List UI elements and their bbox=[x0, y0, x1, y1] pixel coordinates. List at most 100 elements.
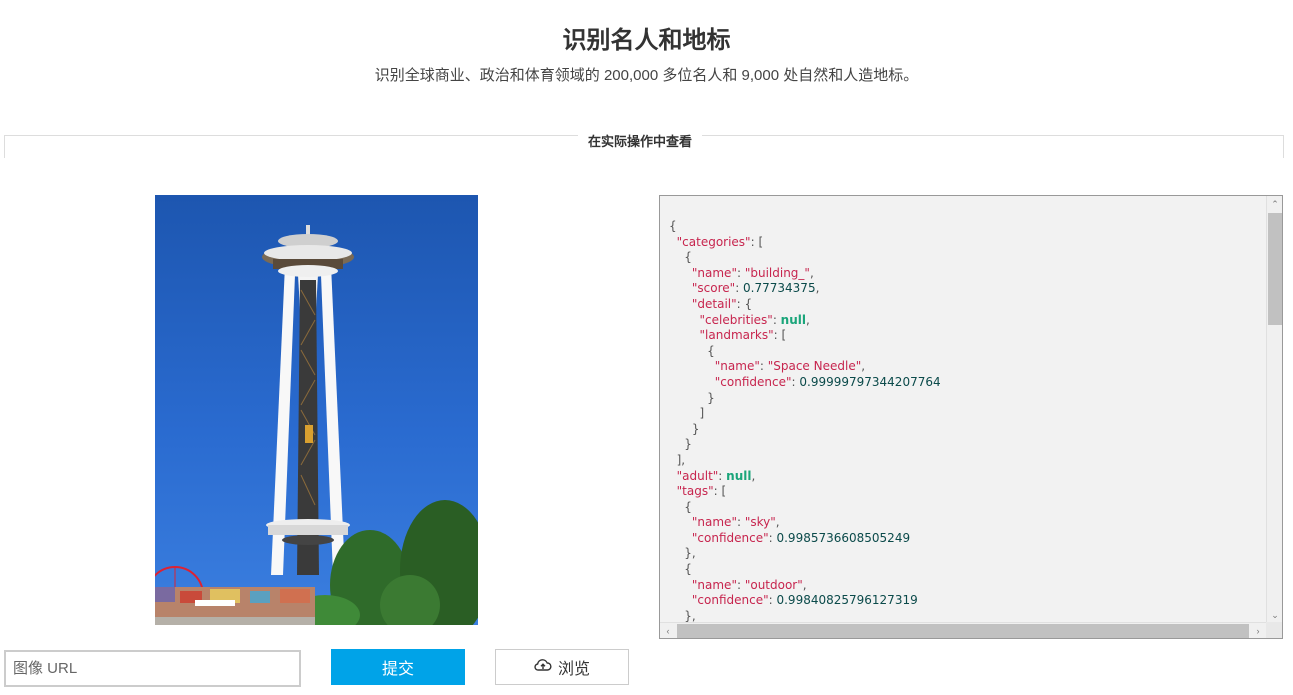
json-token: , bbox=[809, 265, 814, 280]
json-line: } bbox=[669, 422, 1259, 438]
json-token: , bbox=[802, 577, 807, 592]
json-line: "landmarks": [ bbox=[669, 328, 1259, 344]
json-token: ] bbox=[669, 406, 705, 421]
section-heading: 在实际操作中查看 bbox=[578, 131, 703, 150]
json-line: "confidence": 0.99999797344207764 bbox=[669, 375, 1259, 391]
browse-button-label: 浏览 bbox=[557, 661, 590, 678]
cloud-upload-icon bbox=[534, 658, 552, 677]
scroll-left-icon[interactable]: ‹ bbox=[660, 623, 676, 638]
json-token: : [ bbox=[750, 234, 764, 249]
json-token: "name" bbox=[691, 265, 737, 280]
json-line: "name": "Space Needle", bbox=[669, 359, 1259, 375]
json-line: ], bbox=[669, 453, 1259, 469]
json-token: : bbox=[736, 515, 745, 530]
json-line: { bbox=[669, 250, 1259, 266]
json-line: { bbox=[669, 500, 1259, 516]
vertical-scroll-thumb[interactable] bbox=[1268, 213, 1282, 325]
json-token: "confidence" bbox=[691, 530, 769, 545]
json-line: "confidence": 0.99840825796127319 bbox=[669, 593, 1259, 609]
json-token: "building_" bbox=[744, 265, 810, 280]
submit-button[interactable]: 提交 bbox=[331, 649, 465, 685]
json-token: } bbox=[669, 390, 715, 405]
json-line: { bbox=[669, 344, 1259, 360]
json-token: : [ bbox=[713, 484, 727, 499]
json-token: , bbox=[815, 281, 820, 296]
json-token: "detail" bbox=[691, 296, 737, 311]
json-token: : bbox=[736, 577, 745, 592]
json-line: "detail": { bbox=[669, 297, 1259, 313]
json-line: { bbox=[669, 562, 1259, 578]
json-token: : bbox=[718, 468, 727, 483]
json-token: "celebrities" bbox=[699, 312, 773, 327]
vertical-scrollbar[interactable]: ⌃ ⌄ bbox=[1266, 196, 1282, 623]
json-line: } bbox=[669, 391, 1259, 407]
json-token: "score" bbox=[691, 281, 736, 296]
json-token: : bbox=[759, 359, 768, 374]
json-line: ] bbox=[669, 406, 1259, 422]
json-token: { bbox=[669, 250, 692, 265]
json-token: }, bbox=[669, 546, 696, 561]
json-token: "tags" bbox=[676, 484, 714, 499]
json-line: "tags": [ bbox=[669, 484, 1259, 500]
json-token: } bbox=[669, 437, 692, 452]
space-needle-illustration bbox=[155, 225, 478, 625]
json-line: "adult": null, bbox=[669, 469, 1259, 485]
json-token: 0.9985736608505249 bbox=[776, 530, 911, 545]
json-result-text: { "categories": [ { "name": "building_",… bbox=[669, 219, 1259, 624]
json-line: "celebrities": null, bbox=[669, 313, 1259, 329]
json-token: : [ bbox=[773, 328, 787, 343]
json-line: }, bbox=[669, 546, 1259, 562]
json-line: { bbox=[669, 219, 1259, 235]
json-result-panel[interactable]: { "categories": [ { "name": "building_",… bbox=[659, 195, 1283, 639]
json-token: }, bbox=[669, 608, 696, 623]
json-token: null bbox=[780, 312, 806, 327]
json-token: ], bbox=[669, 452, 686, 467]
scroll-down-icon[interactable]: ⌄ bbox=[1267, 607, 1282, 623]
json-line: "score": 0.77734375, bbox=[669, 281, 1259, 297]
json-token: "adult" bbox=[676, 468, 719, 483]
json-token: , bbox=[805, 312, 810, 327]
json-token: } bbox=[669, 421, 700, 436]
horizontal-scroll-thumb[interactable] bbox=[677, 624, 1249, 638]
scroll-right-icon[interactable]: › bbox=[1250, 623, 1266, 638]
image-url-input[interactable] bbox=[4, 650, 301, 687]
json-token: 0.99840825796127319 bbox=[776, 593, 918, 608]
json-token: "categories" bbox=[676, 234, 751, 249]
json-token: null bbox=[726, 468, 752, 483]
json-line: } bbox=[669, 437, 1259, 453]
json-line: "name": "sky", bbox=[669, 515, 1259, 531]
horizontal-scrollbar[interactable]: ‹ › bbox=[660, 622, 1266, 638]
json-token: { bbox=[669, 562, 692, 577]
json-line: "categories": [ bbox=[669, 235, 1259, 251]
browse-button[interactable]: 浏览 bbox=[495, 649, 629, 685]
json-token: , bbox=[861, 359, 866, 374]
json-token: "name" bbox=[691, 515, 737, 530]
json-token: : { bbox=[736, 296, 753, 311]
json-token: { bbox=[669, 219, 677, 233]
json-line: "name": "building_", bbox=[669, 266, 1259, 282]
json-token: "confidence" bbox=[714, 374, 792, 389]
json-token: 0.77734375 bbox=[743, 281, 816, 296]
json-token: "name" bbox=[691, 577, 737, 592]
json-token: { bbox=[669, 499, 692, 514]
page-subtitle: 识别全球商业、政治和体育领域的 200,000 多位名人和 9,000 处自然和… bbox=[374, 67, 919, 84]
json-token: "confidence" bbox=[691, 593, 769, 608]
json-token: "name" bbox=[714, 359, 760, 374]
scroll-up-icon[interactable]: ⌃ bbox=[1267, 196, 1282, 212]
json-token: , bbox=[751, 468, 756, 483]
json-token: "outdoor" bbox=[744, 577, 803, 592]
json-token: : bbox=[735, 281, 744, 296]
json-token: "landmarks" bbox=[699, 328, 774, 343]
